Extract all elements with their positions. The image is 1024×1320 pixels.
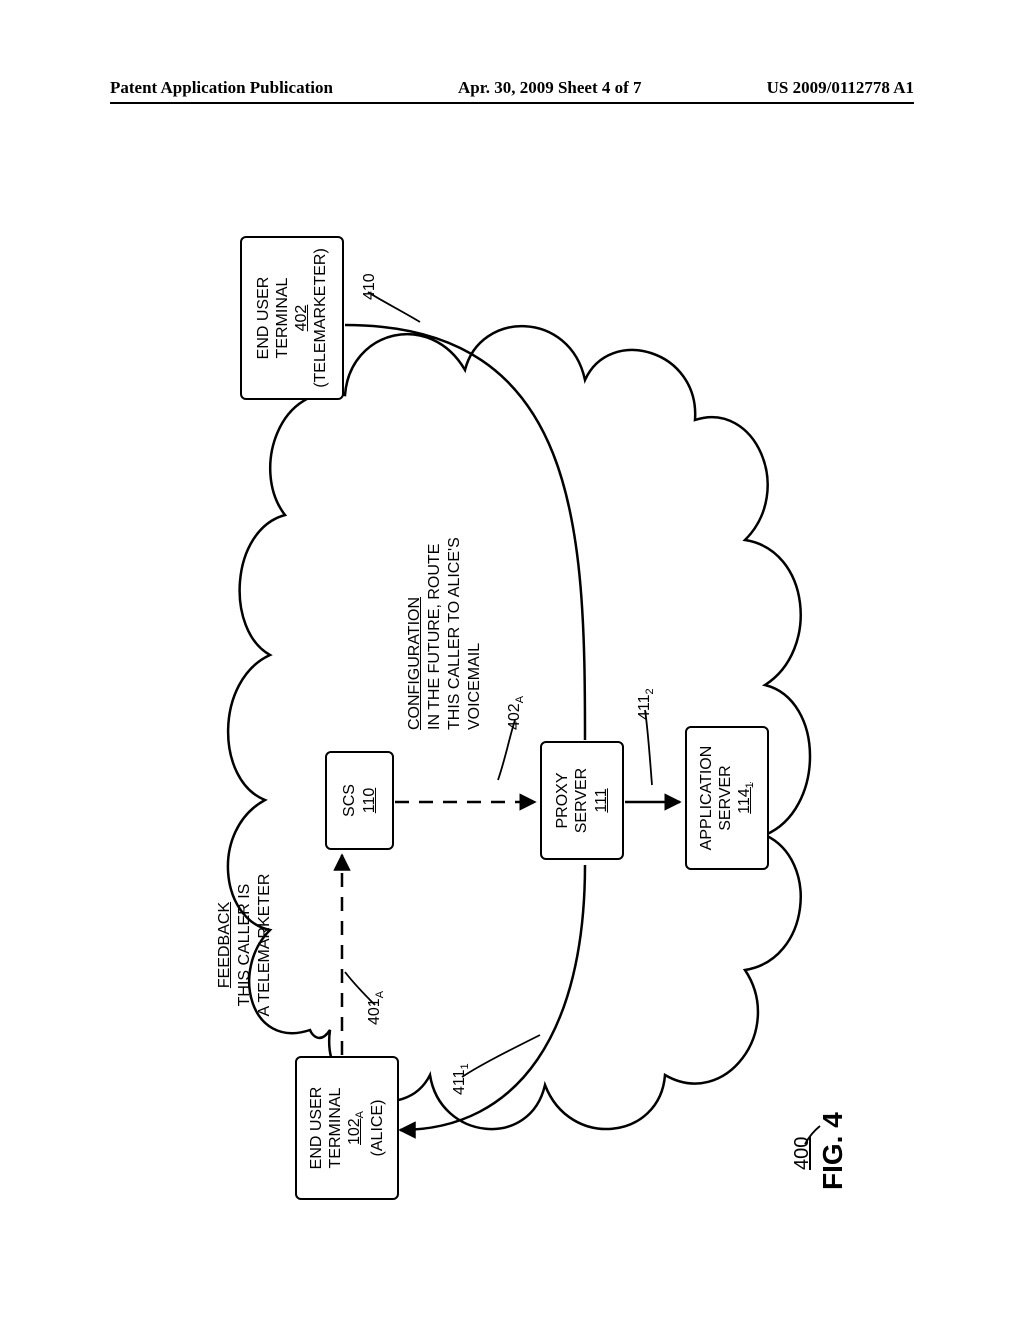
- header-center: Apr. 30, 2009 Sheet 4 of 7: [458, 78, 642, 98]
- page-header: Patent Application Publication Apr. 30, …: [110, 78, 914, 98]
- connectors-overlay: [170, 230, 910, 1230]
- header-left: Patent Application Publication: [110, 78, 333, 98]
- header-right: US 2009/0112778 A1: [767, 78, 914, 98]
- leader-402A: [498, 720, 515, 780]
- leader-401A: [345, 972, 375, 1005]
- leader-410: [368, 292, 420, 322]
- line-410: [345, 325, 585, 740]
- leader-411-2: [645, 710, 652, 785]
- arrow-411-1: [400, 865, 585, 1130]
- figure-4: END USER TERMINAL 102A (ALICE) SCS 110 P…: [170, 230, 910, 1230]
- header-rule: [110, 102, 914, 104]
- leader-400: [805, 1126, 820, 1144]
